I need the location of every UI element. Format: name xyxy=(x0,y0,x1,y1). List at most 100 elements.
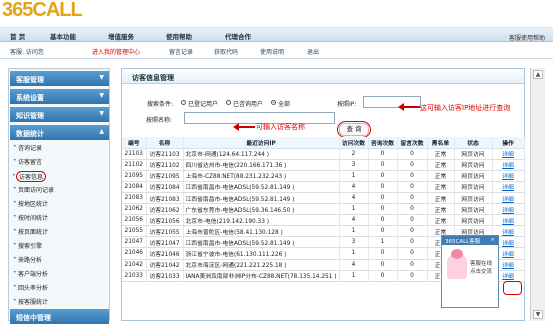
radio-consulted[interactable] xyxy=(226,100,231,105)
sidebar-item-search-engines[interactable]: 搜索引擎 xyxy=(13,241,42,250)
detail-link-text[interactable]: 详细 xyxy=(502,241,514,247)
cell-id: 21084 xyxy=(122,181,147,193)
detail-link-text[interactable]: 详细 xyxy=(502,185,514,191)
chevron-down-icon: ▼ xyxy=(99,110,104,117)
cell-ip: 北京市-电信(219.142.190.33 ) xyxy=(183,214,340,227)
sidebar-section-knowledge[interactable]: 知识管理 ▼ xyxy=(10,107,109,122)
detail-link[interactable]: 详细 xyxy=(492,159,525,171)
close-icon[interactable]: × xyxy=(490,237,495,243)
top-nav: 首 页 基本功能 增值服务 使用帮助 代理合作 xyxy=(0,28,553,42)
scrollbar[interactable]: ▲ ▼ xyxy=(530,68,545,321)
sidebar-item-region-stats[interactable]: 按地区统计 xyxy=(13,199,48,208)
page-title: 访客信息管理 xyxy=(122,69,524,84)
cell-name: 访客21095 xyxy=(146,170,184,182)
detail-link[interactable]: 详细 xyxy=(492,192,525,205)
radio-all-label[interactable]: 全部 xyxy=(278,99,290,108)
sidebar-item-page-stats[interactable]: 按页面统计 xyxy=(13,227,48,236)
header-blacklist: 黑名单 xyxy=(427,137,455,149)
detail-link[interactable]: 详细 xyxy=(492,170,525,182)
sidebar-section-system[interactable]: 系统设置 ▼ xyxy=(10,89,109,104)
radio-registered[interactable] xyxy=(181,100,186,105)
ip-annotation: 这可输入访客IP地址进行查询 xyxy=(420,104,511,112)
cell-consults: 0 xyxy=(368,270,398,282)
nav-basic[interactable]: 基本功能 xyxy=(50,31,76,41)
cell-ip: 江西省南昌市-电信ADSL(59.52.81.149 ) xyxy=(183,192,340,205)
toolbar-management-center[interactable]: 进入我的管理中心 xyxy=(92,47,140,56)
cell-status: 网页访问 xyxy=(454,170,493,182)
detail-link-text[interactable]: 详细 xyxy=(502,197,514,203)
scroll-up-icon[interactable]: ▲ xyxy=(533,70,543,79)
sidebar-item-time-stats[interactable]: 按时间统计 xyxy=(13,213,48,222)
sidebar-item-visitor-messages[interactable]: 访客留言 xyxy=(13,157,42,166)
sidebar-item-service-stats[interactable]: 按客服统计 xyxy=(13,297,48,306)
cell-id: 21055 xyxy=(122,225,147,238)
cell-messages: 0 xyxy=(397,181,428,193)
detail-link[interactable]: 详细 xyxy=(492,148,525,160)
sidebar-item-client-analysis[interactable]: 客户端分析 xyxy=(13,269,48,278)
cell-name: 访客21033 xyxy=(146,270,184,282)
table-row: 21083 访客21083 江西省南昌市-电信ADSL(59.52.81.149 )… xyxy=(122,192,525,205)
detail-link-text[interactable]: 详细 xyxy=(502,208,514,214)
sidebar-item-source-analysis[interactable]: 来路分析 xyxy=(13,255,42,264)
sidebar-item-consult-records[interactable]: 咨询记录 xyxy=(13,143,42,152)
header-id: 编号 xyxy=(122,137,147,149)
widget-message: 客服在线 点击交流 xyxy=(470,261,493,275)
detail-link-text[interactable]: 详细 xyxy=(502,174,514,180)
header-messages: 留言次数 xyxy=(397,137,428,149)
sidebar-section-service[interactable]: 客服管理 ▼ xyxy=(10,71,109,86)
detail-link-text[interactable]: 详细 xyxy=(502,252,514,258)
radio-all[interactable] xyxy=(271,100,276,105)
sidebar-item-visitor-info[interactable]: 访客信息 xyxy=(12,171,47,182)
cell-blacklist: 正常 xyxy=(427,214,455,227)
sidebar-section-statistics[interactable]: 数据统计 ▲ xyxy=(10,125,109,140)
cell-status: 网页访问 xyxy=(454,192,493,205)
cell-id: 21103 xyxy=(122,148,147,160)
detail-link[interactable]: 详细 xyxy=(492,214,525,227)
detail-link-text[interactable]: 详细 xyxy=(502,163,514,169)
header: 365CALL xyxy=(0,0,553,28)
cell-messages: 0 xyxy=(397,192,428,205)
nav-agent[interactable]: 代理合作 xyxy=(225,31,251,41)
detail-link-text[interactable]: 详细 xyxy=(502,274,514,280)
nav-value-added[interactable]: 增值服务 xyxy=(108,31,134,41)
cell-consults: 0 xyxy=(368,148,398,160)
cell-ip: 北京市海淀区-网通(221.221.225.18 ) xyxy=(183,259,340,271)
detail-link-text[interactable]: 详细 xyxy=(502,152,514,158)
toolbar-get-code[interactable]: 获取代码 xyxy=(214,47,238,56)
detail-link-text[interactable]: 详细 xyxy=(502,263,514,269)
chat-widget[interactable]: 365CALL客服 × 客服在线 点击交流 xyxy=(441,235,499,308)
radio-registered-label[interactable]: 已登记用户 xyxy=(188,99,218,108)
cell-ip: 江西省南昌市-电信ADSL(59.52.81.149 ) xyxy=(183,181,340,193)
customer-help-link[interactable]: 客服使用帮助 xyxy=(509,33,545,42)
header-action: 操作 xyxy=(492,137,525,149)
nav-help[interactable]: 使用帮助 xyxy=(166,31,192,41)
radio-consulted-label[interactable]: 已咨询用户 xyxy=(233,99,263,108)
sidebar-item-return-rate[interactable]: 回头率分析 xyxy=(13,283,48,292)
detail-link[interactable]: 详细 xyxy=(492,181,525,193)
toolbar-messages[interactable]: 留言记录 xyxy=(169,47,193,56)
cell-messages: 0 xyxy=(397,203,428,216)
cell-name: 访客21047 xyxy=(146,236,184,249)
cell-visits: 4 xyxy=(339,181,369,193)
detail-link[interactable]: 详细 xyxy=(492,203,525,216)
cell-visits: 3 xyxy=(339,159,369,171)
detail-link-text[interactable]: 详细 xyxy=(502,219,514,225)
cell-id: 21062 xyxy=(122,203,147,216)
ip-annotation-arrow xyxy=(398,103,420,111)
sidebar-section-sms[interactable]: 短信中管理 xyxy=(10,309,109,324)
cell-id: 21033 xyxy=(122,270,147,282)
support-avatar-icon xyxy=(447,249,467,279)
sidebar-item-page-visits[interactable]: 页面访问记录 xyxy=(13,185,54,194)
detail-highlight xyxy=(503,281,522,295)
cell-consults: 0 xyxy=(368,225,398,238)
toolbar-logout[interactable]: 退出 xyxy=(307,47,319,56)
cell-visits: 1 xyxy=(339,225,369,238)
detail-link-text[interactable]: 详细 xyxy=(502,230,514,236)
cell-name: 访客21103 xyxy=(146,148,184,160)
cell-blacklist: 正常 xyxy=(427,192,455,205)
scroll-down-icon[interactable]: ▼ xyxy=(533,310,543,319)
header-visits: 访问次数 xyxy=(339,137,369,149)
toolbar-manual[interactable]: 使用说明 xyxy=(260,47,284,56)
nav-home[interactable]: 首 页 xyxy=(10,31,25,41)
cell-status: 网页访问 xyxy=(454,181,493,193)
